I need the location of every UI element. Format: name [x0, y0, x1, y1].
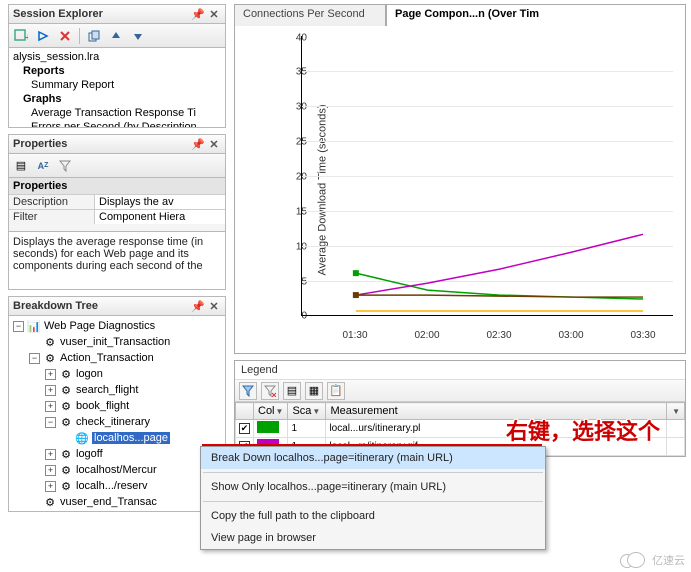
property-description: Displays the average response time (in s…	[8, 232, 226, 290]
col-scale: Sca▼	[288, 403, 326, 420]
session-explorer-header: Session Explorer 📌 ✕	[8, 4, 226, 24]
page-icon: 🌐	[75, 431, 89, 445]
pin-icon[interactable]: 📌	[191, 299, 205, 313]
tab-page-component[interactable]: Page Compon...n (Over Tim	[386, 4, 686, 26]
up-icon[interactable]	[108, 28, 124, 44]
action-icon: ⚙	[59, 367, 73, 381]
tab-connections[interactable]: Connections Per Second	[234, 4, 386, 26]
annotation-text: 右键，选择这个	[506, 414, 660, 446]
chart-area: Average Download Time (seconds) 0 5 10 1…	[234, 26, 686, 354]
tree-node[interactable]: +⚙logoff	[9, 446, 225, 462]
graphs-header[interactable]: Graphs	[9, 92, 225, 106]
color-swatch	[257, 421, 279, 433]
expand-icon[interactable]: +	[45, 401, 56, 412]
pin-icon[interactable]: 📌	[191, 7, 205, 21]
menu-show-only[interactable]: Show Only localhos...page=itinerary (mai…	[201, 476, 545, 498]
graph-errors[interactable]: Errors per Second (by Description	[9, 120, 225, 128]
menu-separator	[203, 501, 543, 502]
reports-header[interactable]: Reports	[9, 64, 225, 78]
expand-icon[interactable]: +	[45, 465, 56, 476]
transaction-icon: ⚙	[43, 335, 57, 349]
menu-view-browser[interactable]: View page in browser	[201, 527, 545, 549]
cloud-icon	[620, 552, 648, 568]
properties-grid[interactable]: Properties DescriptionDisplays the av Fi…	[8, 178, 226, 232]
graph-avg-trans[interactable]: Average Transaction Response Ti	[9, 106, 225, 120]
menu-break-down[interactable]: Break Down localhos...page=itinerary (ma…	[201, 447, 545, 469]
summary-report[interactable]: Summary Report	[9, 78, 225, 92]
context-menu: Break Down localhos...page=itinerary (ma…	[200, 446, 546, 550]
session-toolbar: +	[8, 24, 226, 48]
arrow-icon[interactable]	[35, 28, 51, 44]
cat-icon[interactable]: ▤	[13, 158, 29, 174]
tree-node-selected[interactable]: 🌐localhos...page	[9, 430, 225, 446]
action-icon: ⚙	[59, 399, 73, 413]
checkbox-icon[interactable]: ✔	[239, 423, 250, 434]
properties-group: Properties	[9, 178, 225, 194]
tree-node[interactable]: ⚙vuser_init_Transaction	[9, 334, 225, 350]
delete-icon[interactable]	[57, 28, 73, 44]
tree-node[interactable]: +⚙logon	[9, 366, 225, 382]
close-icon[interactable]: ✕	[207, 299, 221, 313]
transaction-icon: ⚙	[43, 351, 57, 365]
legend-export-icon[interactable]: 📋	[327, 382, 345, 400]
add-icon[interactable]: +	[13, 28, 29, 44]
collapse-icon[interactable]: −	[29, 353, 40, 364]
tree-node[interactable]: +⚙localh.../reserv	[9, 478, 225, 494]
legend-conf-icon[interactable]: ▦	[305, 382, 323, 400]
breakdown-header: Breakdown Tree 📌 ✕	[8, 296, 226, 316]
watermark: 亿速云	[620, 552, 685, 568]
filter-icon[interactable]	[57, 158, 73, 174]
svg-text:+: +	[25, 32, 28, 43]
expand-icon[interactable]: +	[45, 369, 56, 380]
diagnostics-icon: 📊	[27, 319, 41, 333]
properties-toolbar: ▤ AZ	[8, 154, 226, 178]
tree-root[interactable]: −📊Web Page Diagnostics	[9, 318, 225, 334]
transaction-icon: ⚙	[43, 495, 57, 509]
tree-node[interactable]: +⚙localhost/Mercur	[9, 462, 225, 478]
legend-title: Legend	[235, 361, 685, 380]
tree-node[interactable]: +⚙search_flight	[9, 382, 225, 398]
property-row[interactable]: DescriptionDisplays the av	[9, 194, 225, 209]
tree-node[interactable]: +⚙book_flight	[9, 398, 225, 414]
action-icon: ⚙	[59, 463, 73, 477]
property-row[interactable]: FilterComponent Hiera	[9, 209, 225, 224]
action-icon: ⚙	[59, 479, 73, 493]
tree-node[interactable]: ⚙vuser_end_Transac	[9, 494, 225, 510]
col-more[interactable]: ▼	[667, 403, 685, 420]
expand-icon[interactable]: +	[45, 385, 56, 396]
menu-separator	[203, 472, 543, 473]
collapse-icon[interactable]: −	[45, 417, 56, 428]
menu-copy-path[interactable]: Copy the full path to the clipboard	[201, 505, 545, 527]
session-file[interactable]: alysis_session.lra	[9, 50, 225, 64]
chart-tabs: Connections Per Second Page Compon...n (…	[234, 4, 686, 26]
action-icon: ⚙	[59, 415, 73, 429]
sort-az-icon[interactable]: AZ	[35, 158, 51, 174]
collapse-icon[interactable]: −	[13, 321, 24, 332]
legend-toolbar: ▤ ▦ 📋	[235, 380, 685, 402]
breakdown-tree[interactable]: −📊Web Page Diagnostics ⚙vuser_init_Trans…	[8, 316, 226, 512]
legend-clear-icon[interactable]	[261, 382, 279, 400]
down-icon[interactable]	[130, 28, 146, 44]
session-tree[interactable]: alysis_session.lra Reports Summary Repor…	[8, 48, 226, 128]
legend-filter-icon[interactable]	[239, 382, 257, 400]
col-color: Col▼	[254, 403, 288, 420]
action-icon: ⚙	[59, 383, 73, 397]
breakdown-title: Breakdown Tree	[13, 300, 189, 312]
plot-area[interactable]	[301, 36, 673, 316]
legend-sort-icon[interactable]: ▤	[283, 382, 301, 400]
close-icon[interactable]: ✕	[207, 137, 221, 151]
expand-icon[interactable]: +	[45, 481, 56, 492]
properties-title: Properties	[13, 138, 189, 150]
tree-node[interactable]: −⚙check_itinerary	[9, 414, 225, 430]
pin-icon[interactable]: 📌	[191, 137, 205, 151]
copy-icon[interactable]	[86, 28, 102, 44]
session-explorer-title: Session Explorer	[13, 8, 189, 20]
close-icon[interactable]: ✕	[207, 7, 221, 21]
action-icon: ⚙	[59, 447, 73, 461]
properties-header: Properties 📌 ✕	[8, 134, 226, 154]
tree-node[interactable]: −⚙Action_Transaction	[9, 350, 225, 366]
chart-lines	[302, 36, 673, 315]
expand-icon[interactable]: +	[45, 449, 56, 460]
